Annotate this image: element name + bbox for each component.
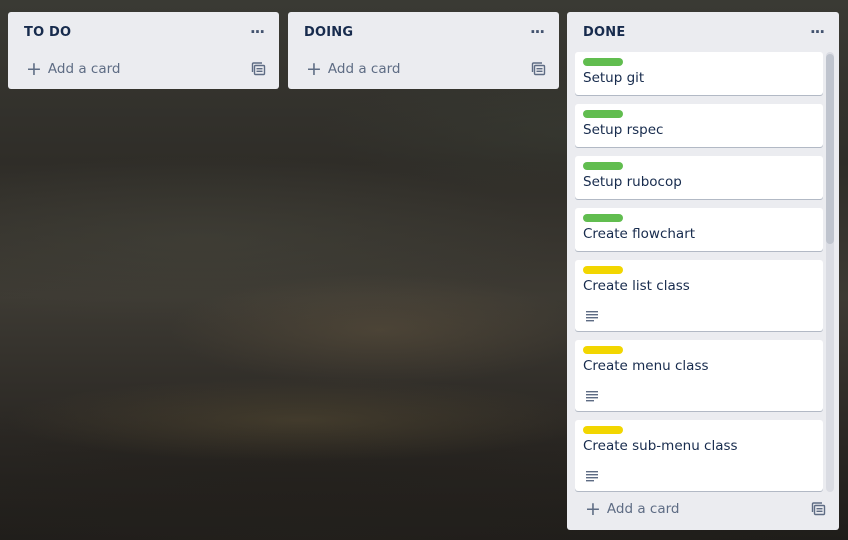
card-setup-rubocop[interactable]: Setup rubocop	[575, 156, 823, 199]
plus-icon: +	[306, 57, 322, 80]
card-title: Setup rubocop	[583, 174, 682, 190]
list-title: DOING	[304, 24, 354, 40]
plus-icon: +	[585, 497, 601, 520]
add-card-row: + Add a card	[288, 52, 559, 86]
description-icon	[586, 467, 600, 482]
card-create-sub-menu-class[interactable]: Create sub-menu class	[575, 420, 823, 491]
board: TO DO ··· + Add a card DOING ··· + Add a…	[0, 0, 848, 540]
add-card-label: Add a card	[327, 61, 401, 77]
add-card-row: + Add a card	[567, 492, 839, 526]
ellipsis-icon[interactable]: ···	[525, 20, 549, 44]
add-card-label: Add a card	[47, 61, 121, 77]
card-template-icon[interactable]	[531, 61, 547, 77]
card-setup-git[interactable]: Setup git	[575, 52, 823, 95]
card-title: Create sub-menu class	[583, 438, 738, 454]
card-create-menu-class[interactable]: Create menu class	[575, 340, 823, 411]
card-label-yellow[interactable]	[583, 426, 623, 434]
list-doing: DOING ··· + Add a card	[288, 12, 559, 89]
card-template-icon[interactable]	[811, 501, 827, 517]
list-header: DOING ···	[288, 12, 559, 52]
card-label-green[interactable]	[583, 162, 623, 170]
list-title: TO DO	[24, 24, 72, 40]
card-template-icon[interactable]	[251, 61, 267, 77]
card-label-yellow[interactable]	[583, 346, 623, 354]
ellipsis-icon[interactable]: ···	[245, 20, 269, 44]
list-header: TO DO ···	[8, 12, 279, 52]
card-title: Create flowchart	[583, 226, 696, 242]
add-card-button[interactable]: + Add a card	[26, 57, 121, 80]
add-card-label: Add a card	[606, 501, 680, 517]
list-todo: TO DO ··· + Add a card	[8, 12, 279, 89]
card-label-yellow[interactable]	[583, 266, 623, 274]
plus-icon: +	[26, 57, 42, 80]
card-title: Setup rspec	[583, 122, 664, 138]
description-icon	[586, 307, 600, 322]
description-icon	[586, 387, 600, 402]
card-label-green[interactable]	[583, 214, 623, 222]
card-create-flowchart[interactable]: Create flowchart	[575, 208, 823, 251]
card-title: Create menu class	[583, 358, 709, 374]
add-card-button[interactable]: + Add a card	[585, 497, 680, 520]
list-done: DONE ··· Setup git Setup rspec Setup rub…	[567, 12, 839, 530]
card-label-green[interactable]	[583, 110, 623, 118]
add-card-row: + Add a card	[8, 52, 279, 86]
ellipsis-icon[interactable]: ···	[805, 20, 829, 44]
card-title: Create list class	[583, 278, 690, 294]
add-card-button[interactable]: + Add a card	[306, 57, 401, 80]
card-setup-rspec[interactable]: Setup rspec	[575, 104, 823, 147]
list-header: DONE ···	[567, 12, 839, 52]
scrollbar-thumb[interactable]	[826, 54, 834, 244]
list-title: DONE	[583, 24, 626, 40]
card-create-list-class[interactable]: Create list class	[575, 260, 823, 331]
card-title: Setup git	[583, 70, 645, 86]
card-label-green[interactable]	[583, 58, 623, 66]
